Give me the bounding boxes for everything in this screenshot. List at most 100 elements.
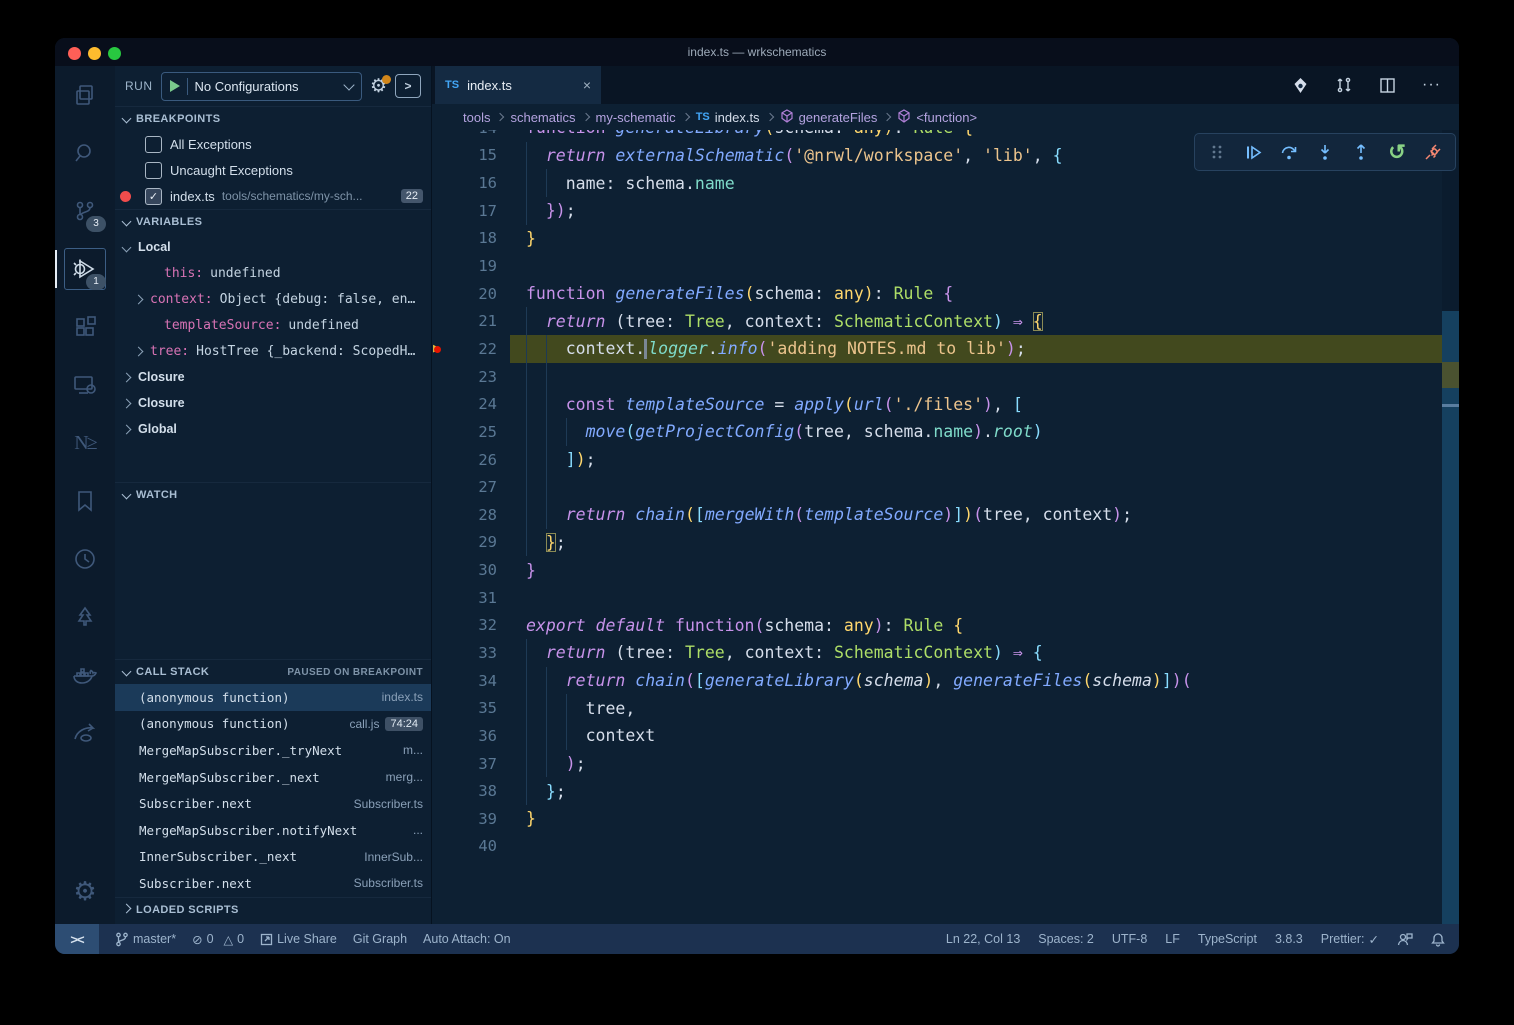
breakpoint-row[interactable]: Uncaught Exceptions <box>115 157 431 183</box>
step-into-button[interactable] <box>1312 139 1338 165</box>
breadcrumb-item-my-schematic[interactable]: my-schematic <box>596 110 676 125</box>
sidebar-item-nx-console[interactable]: N≥ <box>55 414 115 472</box>
debug-console-icon[interactable]: > <box>395 74 421 98</box>
live-share-status[interactable]: Live Share <box>260 932 337 946</box>
sidebar-item-explorer[interactable] <box>55 66 115 124</box>
split-editor-icon[interactable] <box>1379 77 1396 94</box>
line-number[interactable]: 38 <box>453 782 497 800</box>
breakpoint-gutter[interactable] <box>431 446 453 474</box>
breakpoint-gutter[interactable] <box>431 142 453 170</box>
line-number[interactable]: 31 <box>453 589 497 607</box>
variable-row[interactable]: templateSource:undefined <box>115 312 431 338</box>
breakpoint-checkbox[interactable]: ✓ <box>145 188 162 205</box>
code-line[interactable]: ▶22 context.logger.info('adding NOTES.md… <box>431 335 1442 363</box>
code-line[interactable]: 29 }; <box>431 529 1442 557</box>
chevron-right-icon[interactable] <box>134 294 144 304</box>
line-number[interactable]: 16 <box>453 174 497 192</box>
line-number[interactable]: 32 <box>453 616 497 634</box>
variable-row[interactable]: Closure <box>115 390 431 416</box>
breakpoint-gutter[interactable] <box>431 612 453 640</box>
step-out-button[interactable] <box>1348 139 1374 165</box>
breakpoint-gutter[interactable] <box>431 390 453 418</box>
code-line[interactable]: 40 <box>431 833 1442 861</box>
line-number[interactable]: 35 <box>453 699 497 717</box>
sidebar-item-run-and-debug[interactable]: 1 <box>55 240 115 298</box>
breakpoint-gutter[interactable]: ▶ <box>431 335 453 363</box>
code-line[interactable]: 38 }; <box>431 777 1442 805</box>
call-stack-frame[interactable]: Subscriber.nextSubscriber.ts <box>115 870 431 897</box>
call-stack-frame[interactable]: MergeMapSubscriber._tryNextm... <box>115 737 431 764</box>
breakpoint-gutter[interactable] <box>431 750 453 778</box>
sidebar-item-extensions[interactable] <box>55 298 115 356</box>
code-line[interactable]: 28 return chain([mergeWith(templateSourc… <box>431 501 1442 529</box>
breakpoint-gutter[interactable] <box>431 556 453 584</box>
breakpoint-gutter[interactable] <box>431 473 453 501</box>
call-stack-frame[interactable]: (anonymous function)call.js74:24 <box>115 711 431 738</box>
line-number[interactable]: 37 <box>453 755 497 773</box>
disconnect-button[interactable] <box>1420 139 1446 165</box>
breakpoint-gutter[interactable] <box>431 584 453 612</box>
line-number[interactable]: 40 <box>453 837 497 855</box>
breakpoint-checkbox[interactable] <box>145 162 162 179</box>
line-number[interactable]: 19 <box>453 257 497 275</box>
code-line[interactable]: 24 const templateSource = apply(url('./f… <box>431 390 1442 418</box>
line-number[interactable]: 30 <box>453 561 497 579</box>
breakpoint-gutter[interactable] <box>431 501 453 529</box>
typescript-version-status[interactable]: 3.8.3 <box>1275 932 1303 946</box>
loaded-scripts-section-header[interactable]: LOADED SCRIPTS <box>115 897 431 922</box>
breakpoint-gutter[interactable] <box>431 252 453 280</box>
call-stack-frame[interactable]: InnerSubscriber._nextInnerSub... <box>115 844 431 871</box>
configure-gear-icon[interactable]: ⚙ <box>370 77 387 96</box>
variable-row[interactable]: this:undefined <box>115 260 431 286</box>
more-actions-icon[interactable]: ··· <box>1422 76 1441 94</box>
breakpoint-gutter[interactable] <box>431 722 453 750</box>
sidebar-item-remote-explorer[interactable] <box>55 356 115 414</box>
breakpoint-row[interactable]: All Exceptions <box>115 131 431 157</box>
code-line[interactable]: 35 tree, <box>431 694 1442 722</box>
breakpoint-row[interactable]: ✓index.tstools/schematics/my-sch...22 <box>115 183 431 209</box>
code-line[interactable]: 26 ]); <box>431 446 1442 474</box>
breakpoint-gutter[interactable] <box>431 694 453 722</box>
variable-row[interactable]: tree:HostTree {_backend: ScopedH… <box>115 338 431 364</box>
breakpoint-gutter[interactable] <box>431 777 453 805</box>
line-number[interactable]: 24 <box>453 395 497 413</box>
breakpoint-gutter[interactable] <box>431 639 453 667</box>
code-line[interactable]: 39} <box>431 805 1442 833</box>
line-number[interactable]: 20 <box>453 285 497 303</box>
line-number[interactable]: 21 <box>453 312 497 330</box>
line-number[interactable]: 18 <box>453 229 497 247</box>
breadcrumb-item-schematics[interactable]: schematics <box>510 110 575 125</box>
line-number[interactable]: 34 <box>453 672 497 690</box>
continue-button[interactable] <box>1240 139 1266 165</box>
code-line[interactable]: 31 <box>431 584 1442 612</box>
watch-section-header[interactable]: WATCH <box>115 482 431 507</box>
breakpoints-section-header[interactable]: BREAKPOINTS <box>115 106 431 131</box>
call-stack-frame[interactable]: MergeMapSubscriber._nextmerg... <box>115 764 431 791</box>
drag-grip-icon[interactable] <box>1204 139 1230 165</box>
errors-warnings-status[interactable]: ⊘0 △0 <box>192 932 244 947</box>
launch-configuration-dropdown[interactable]: No Configurations <box>161 72 362 101</box>
sidebar-item-docker[interactable] <box>55 646 115 704</box>
prettier-status[interactable]: Prettier:✓ <box>1321 932 1379 947</box>
line-number[interactable]: 22 <box>453 340 497 358</box>
settings-gear-icon[interactable]: ⚙ <box>55 866 115 916</box>
step-over-button[interactable] <box>1276 139 1302 165</box>
line-number[interactable]: 28 <box>453 506 497 524</box>
breakpoint-gutter[interactable] <box>431 169 453 197</box>
chevron-down-icon[interactable] <box>122 242 132 252</box>
code-line[interactable]: 34 return chain([generateLibrary(schema)… <box>431 667 1442 695</box>
variable-row[interactable]: Closure <box>115 364 431 390</box>
breakpoint-gutter[interactable] <box>431 805 453 833</box>
code-line[interactable]: 33 return (tree: Tree, context: Schemati… <box>431 639 1442 667</box>
sidebar-item-deploy[interactable] <box>55 704 115 762</box>
breakpoint-gutter[interactable] <box>431 418 453 446</box>
feedback-icon[interactable] <box>1397 932 1413 947</box>
breadcrumb-item-generatefiles[interactable]: generateFiles <box>780 109 878 126</box>
encoding-status[interactable]: UTF-8 <box>1112 932 1147 946</box>
scrollbar-thumb[interactable] <box>1442 311 1459 924</box>
line-number[interactable]: 25 <box>453 423 497 441</box>
git-branch-status[interactable]: master* <box>115 932 176 947</box>
start-debug-icon[interactable] <box>170 80 180 92</box>
eol-status[interactable]: LF <box>1165 932 1180 946</box>
line-number[interactable]: 17 <box>453 202 497 220</box>
